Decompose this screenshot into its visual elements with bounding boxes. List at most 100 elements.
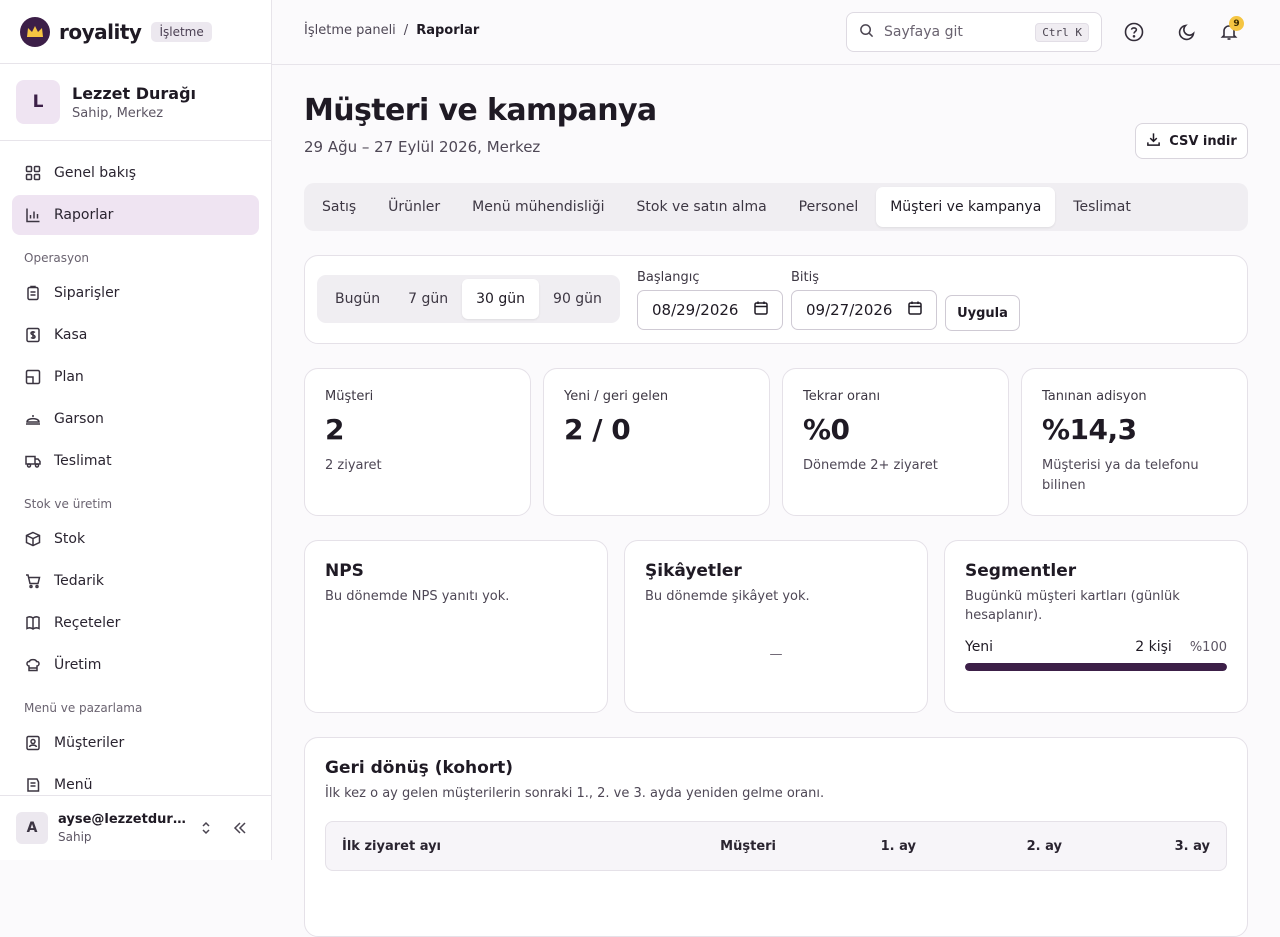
column-header[interactable]: 3. ay [1062, 839, 1210, 854]
sidebar-item-production[interactable]: Üretim [12, 645, 259, 685]
complaints-empty: — [769, 647, 783, 662]
stat-value: 2 / 0 [564, 413, 631, 446]
bell-icon[interactable]: 9 [1215, 16, 1244, 46]
segment-bar-fill [965, 663, 1227, 671]
user-menu[interactable]: A ayse@lezzetduragi.com Sahip [0, 795, 271, 860]
notification-count: 9 [1229, 16, 1244, 31]
search-input[interactable]: Sayfaya git Ctrl K [846, 12, 1102, 52]
grid-icon [24, 164, 42, 182]
calendar-icon[interactable] [754, 301, 768, 319]
preset-30-days[interactable]: 30 gün [462, 279, 540, 319]
brand-name[interactable]: royality [59, 20, 142, 44]
user-email: ayse@lezzetduragi.com [58, 812, 186, 827]
stat-card-identified-checks: Tanınan adisyon %14,3 Müşterisi ya da te… [1021, 368, 1248, 516]
download-icon [1146, 132, 1161, 151]
sidebar-item-label: Stok [54, 531, 86, 547]
sidebar-item-delivery[interactable]: Teslimat [12, 441, 259, 481]
stat-note: Dönemde 2+ ziyaret [803, 458, 938, 473]
chef-hat-icon [24, 656, 42, 674]
preset-7-days[interactable]: 7 gün [394, 279, 462, 319]
sidebar-item-label: Kasa [54, 327, 88, 343]
org-subtitle: Sahip, Merkez [72, 105, 164, 121]
sidebar-item-reports[interactable]: Raporlar [12, 195, 259, 235]
sidebar-item-overview[interactable]: Genel bakış [12, 153, 259, 193]
sidebar-item-recipes[interactable]: Reçeteler [12, 603, 259, 643]
sidebar-item-label: Teslimat [54, 453, 112, 469]
calendar-icon[interactable] [908, 301, 922, 319]
complaints-title: Şikâyetler [645, 561, 742, 581]
start-date-input[interactable]: 08/29/2026 [637, 290, 783, 330]
collapse-sidebar-icon[interactable] [226, 814, 254, 842]
sidebar: royality İşletme L Lezzet Durağı Sahip, … [0, 0, 272, 860]
sidebar-nav: Genel bakış Raporlar Operasyon Siparişle… [0, 141, 271, 795]
tab-sales[interactable]: Satış [308, 187, 370, 227]
segment-row: Yeni 2 kişi %100 [965, 639, 1227, 655]
stat-label: Tanınan adisyon [1042, 389, 1147, 404]
org-switcher[interactable]: L Lezzet Durağı Sahip, Merkez [0, 64, 271, 141]
sidebar-item-supply[interactable]: Tedarik [12, 561, 259, 601]
sidebar-item-cash[interactable]: Kasa [12, 315, 259, 355]
tab-staff[interactable]: Personel [785, 187, 873, 227]
csv-download-button[interactable]: CSV indir [1135, 123, 1248, 159]
sidebar-item-plan[interactable]: Plan [12, 357, 259, 397]
topbar: İşletme paneli / Raporlar Sayfaya git Ct… [272, 0, 1280, 65]
sidebar-item-label: Plan [54, 369, 84, 385]
org-name: Lezzet Durağı [72, 83, 197, 103]
stat-label: Tekrar oranı [803, 389, 881, 404]
sidebar-item-label: Siparişler [54, 285, 120, 301]
apply-button[interactable]: Uygula [945, 295, 1020, 331]
stat-note: Müşterisi ya da telefonu bilinen [1042, 458, 1199, 493]
sidebar-item-waiter[interactable]: Garson [12, 399, 259, 439]
book-icon [24, 614, 42, 632]
range-presets: Bugün 7 gün 30 gün 90 gün [317, 275, 620, 323]
sidebar-item-menu[interactable]: Menü [12, 765, 259, 795]
column-header[interactable]: İlk ziyaret ayı [342, 839, 632, 854]
tab-menu-engineering[interactable]: Menü mühendisliği [458, 187, 618, 227]
breadcrumb-link[interactable]: İşletme paneli [304, 23, 396, 38]
preset-today[interactable]: Bugün [321, 279, 394, 319]
sidebar-item-orders[interactable]: Siparişler [12, 273, 259, 313]
tab-delivery[interactable]: Teslimat [1059, 187, 1145, 227]
segment-percent: %100 [1189, 639, 1227, 655]
tab-stock-purchasing[interactable]: Stok ve satın alma [623, 187, 781, 227]
sidebar-item-stock[interactable]: Stok [12, 519, 259, 559]
cohort-table-header: İlk ziyaret ayı Müşteri 1. ay 2. ay 3. a… [325, 821, 1227, 871]
sidebar-item-label: Üretim [54, 657, 102, 673]
stat-value: %14,3 [1042, 413, 1137, 446]
waiter-icon [24, 410, 42, 428]
end-date-input[interactable]: 09/27/2026 [791, 290, 937, 330]
crown-logo-icon[interactable] [20, 16, 50, 47]
report-tabs: Satış Ürünler Menü mühendisliği Stok ve … [304, 183, 1248, 231]
sidebar-item-label: Reçeteler [54, 615, 121, 631]
nav-section-title: Menü ve pazarlama [24, 701, 143, 715]
cash-register-icon [24, 326, 42, 344]
brand: royality İşletme [0, 0, 271, 64]
tab-products[interactable]: Ürünler [374, 187, 454, 227]
column-header[interactable]: 1. ay [776, 839, 916, 854]
floor-plan-icon [24, 368, 42, 386]
column-header[interactable]: Müşteri [632, 839, 776, 854]
chevrons-up-down-icon[interactable] [192, 814, 220, 842]
start-date-label: Başlangıç [637, 270, 700, 285]
search-placeholder: Sayfaya git [884, 24, 963, 40]
segments-card: Segmentler Bugünkü müşteri kartları (gün… [944, 540, 1248, 713]
segment-name: Yeni [965, 639, 994, 655]
page-title: Müşteri ve kampanya [304, 93, 657, 128]
tab-customer-campaign[interactable]: Müşteri ve kampanya [876, 187, 1056, 227]
moon-icon[interactable] [1173, 18, 1201, 46]
stat-label: Yeni / geri gelen [564, 389, 669, 404]
preset-90-days[interactable]: 90 gün [539, 279, 616, 319]
breadcrumb-separator: / [403, 23, 409, 38]
breadcrumb-current: Raporlar [416, 23, 480, 38]
sidebar-item-customers[interactable]: Müşteriler [12, 723, 259, 763]
help-icon[interactable] [1120, 18, 1148, 46]
cart-icon [24, 572, 42, 590]
stat-note: 2 ziyaret [325, 458, 382, 473]
bar-chart-icon [24, 206, 42, 224]
segment-count: 2 kişi [1135, 639, 1172, 655]
end-date-group: Bitiş 09/27/2026 [791, 270, 937, 330]
segment-bar-track [965, 663, 1227, 671]
column-header[interactable]: 2. ay [916, 839, 1062, 854]
sidebar-item-label: Raporlar [54, 207, 114, 223]
nav-section-title: Operasyon [24, 251, 90, 265]
